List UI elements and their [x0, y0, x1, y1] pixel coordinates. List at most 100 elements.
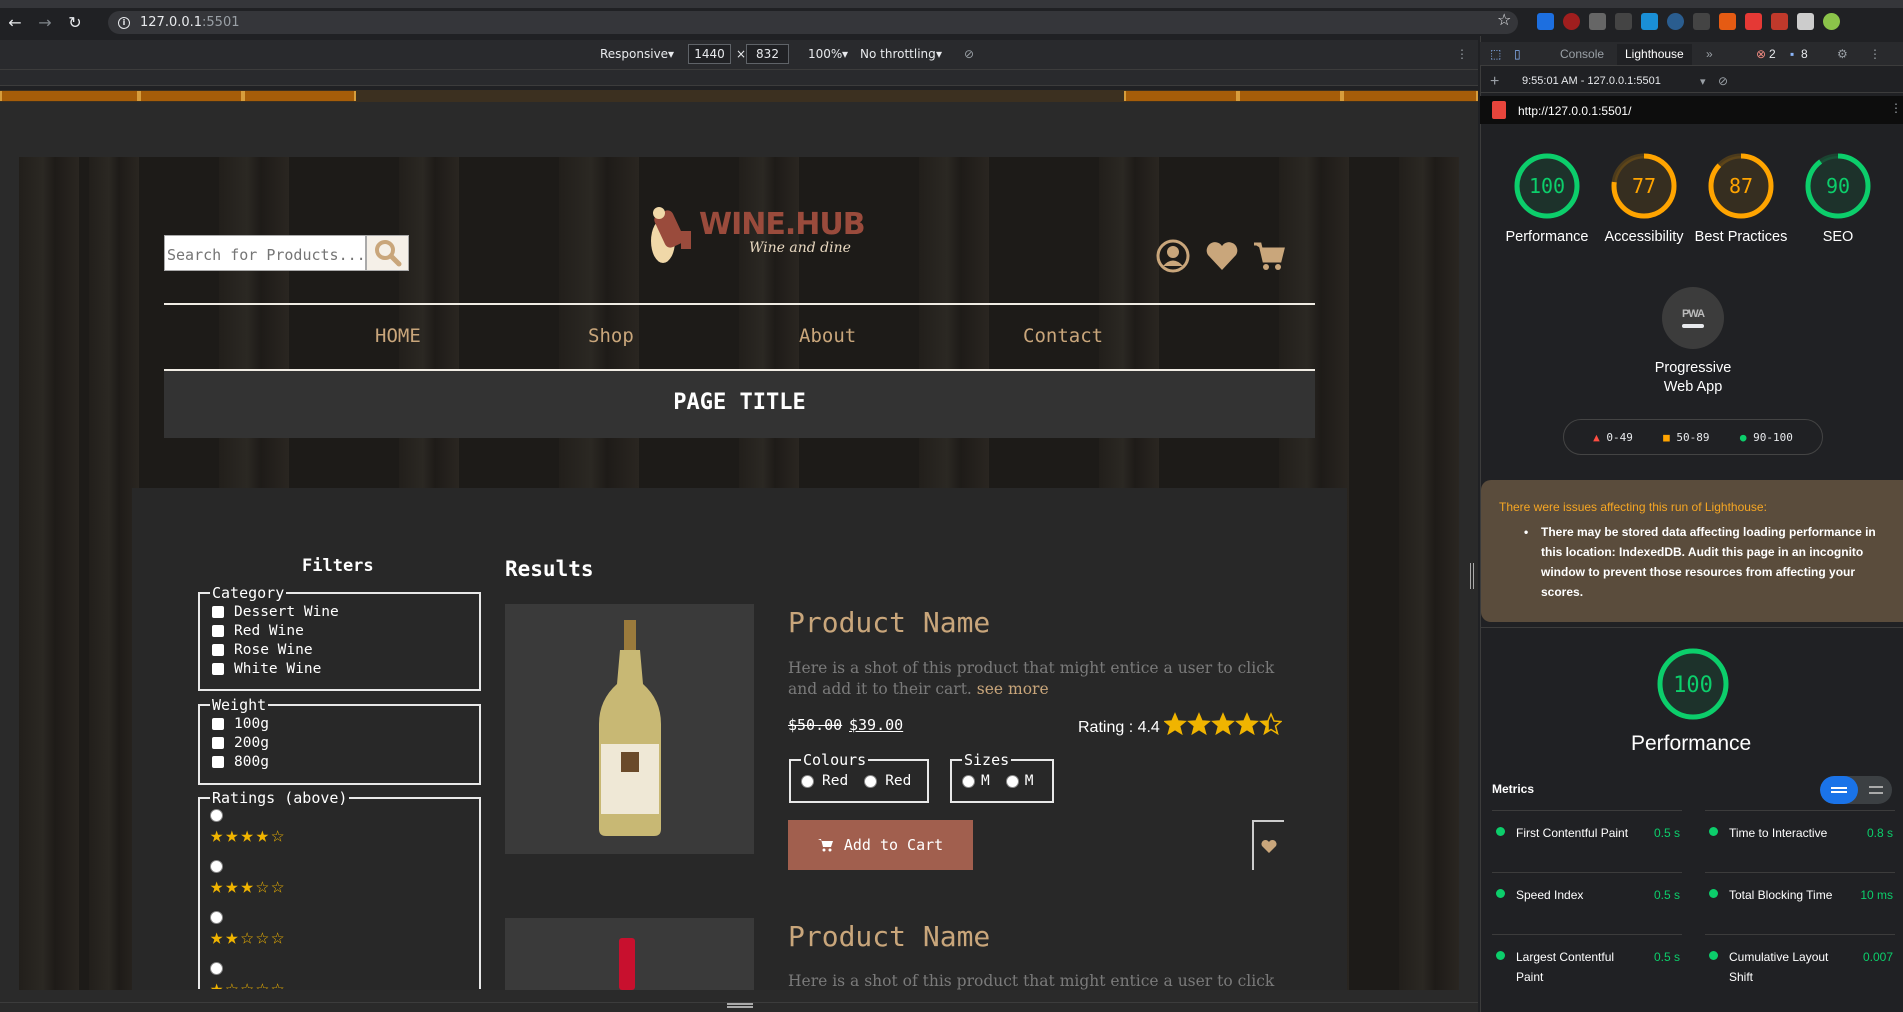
back-arrow-icon[interactable]: ← — [0, 8, 30, 36]
more-options-icon[interactable]: ⋮ — [1890, 101, 1902, 115]
message-icon[interactable]: ▪ — [1790, 47, 1794, 61]
media-query-marker[interactable] — [1238, 91, 1342, 101]
detail-view-icon[interactable] — [1862, 776, 1890, 804]
category-option[interactable]: Red Wine — [210, 621, 469, 640]
pwa-badge[interactable]: PWA — [1662, 287, 1724, 349]
extension-icon[interactable] — [1745, 13, 1762, 30]
extension-icon[interactable] — [1693, 13, 1710, 30]
category-option[interactable]: Dessert Wine — [210, 602, 469, 621]
width-input[interactable]: 1440 — [688, 44, 731, 64]
score-gauge[interactable]: 87 — [1707, 152, 1775, 220]
radio-button[interactable] — [210, 860, 223, 873]
checkbox[interactable] — [212, 662, 224, 675]
device-toggle-icon[interactable]: ▯ — [1514, 47, 1521, 61]
report-selector[interactable]: 9:55:01 AM - 127.0.0.1:5501 — [1522, 75, 1661, 87]
checkbox[interactable] — [212, 717, 224, 730]
extension-icon[interactable] — [1771, 13, 1788, 30]
category-option[interactable]: White Wine — [210, 659, 469, 678]
checkbox[interactable] — [212, 624, 224, 637]
metrics-view-toggle[interactable] — [1820, 776, 1892, 804]
weight-option[interactable]: 200g — [210, 733, 469, 752]
see-more-link[interactable]: see more — [977, 680, 1049, 698]
resize-handle[interactable] — [727, 1003, 753, 1008]
rating-radio[interactable] — [210, 911, 469, 925]
clear-icon[interactable]: ⊘ — [1718, 74, 1728, 88]
gear-icon[interactable]: ⚙ — [1837, 47, 1848, 61]
size-radio[interactable] — [962, 774, 975, 788]
media-query-marker[interactable] — [0, 91, 139, 101]
checkbox-label: Rose Wine — [234, 641, 313, 658]
profile-avatar[interactable] — [1823, 13, 1840, 30]
heart-icon[interactable] — [1205, 239, 1239, 273]
extension-icon[interactable] — [1615, 13, 1632, 30]
colour-radio[interactable] — [864, 774, 878, 788]
list-view-icon[interactable] — [1820, 776, 1858, 804]
rating-radio[interactable] — [210, 809, 469, 823]
size-radio[interactable] — [1005, 774, 1019, 788]
extension-icon[interactable] — [1537, 13, 1554, 30]
forward-arrow-icon[interactable]: → — [30, 8, 60, 36]
tab-lighthouse[interactable]: Lighthouse — [1617, 44, 1692, 65]
category-option[interactable]: Rose Wine — [210, 640, 469, 659]
extension-icon[interactable] — [1589, 13, 1606, 30]
score-gauge[interactable]: 100 — [1513, 152, 1581, 220]
checkbox[interactable] — [212, 736, 224, 749]
search-icon — [374, 240, 401, 267]
wishlist-button[interactable] — [1252, 820, 1284, 870]
radio-button[interactable] — [210, 911, 223, 924]
product-name[interactable]: Product Name — [788, 920, 990, 953]
rating-radio[interactable] — [210, 962, 469, 976]
extension-icon[interactable] — [1719, 13, 1736, 30]
product-image[interactable] — [505, 604, 754, 854]
rating-radio[interactable] — [210, 860, 469, 874]
puzzle-icon[interactable] — [1797, 13, 1814, 30]
score-gauge[interactable]: 100 — [1656, 647, 1730, 721]
score-gauge[interactable]: 90 — [1804, 152, 1872, 220]
checkbox[interactable] — [212, 605, 224, 618]
rotate-icon[interactable]: ⊘ — [964, 47, 974, 61]
bookmark-star-icon[interactable]: ☆ — [1497, 10, 1511, 29]
responsive-dropdown[interactable]: Responsive — [600, 47, 668, 61]
search-button[interactable] — [366, 235, 409, 271]
throttle-dropdown[interactable]: No throttling — [860, 47, 936, 61]
error-icon[interactable]: ⊗ — [1756, 47, 1766, 61]
logo-icon[interactable] — [641, 191, 699, 276]
tab-console[interactable]: Console — [1560, 47, 1604, 61]
reload-icon[interactable]: ↻ — [60, 8, 90, 36]
nav-shop[interactable]: Shop — [588, 325, 634, 347]
address-bar[interactable]: i 127.0.0.1:5501 — [108, 11, 1518, 34]
zoom-dropdown[interactable]: 100% — [808, 47, 842, 61]
radio-button[interactable] — [210, 962, 223, 975]
weight-option[interactable]: 100g — [210, 714, 469, 733]
plus-icon[interactable]: + — [1490, 73, 1499, 91]
radio-button[interactable] — [210, 809, 223, 822]
nav-contact[interactable]: Contact — [1023, 325, 1103, 347]
media-query-marker[interactable] — [1342, 91, 1478, 101]
weight-option[interactable]: 800g — [210, 752, 469, 771]
media-query-marker[interactable] — [139, 91, 243, 101]
media-query-marker[interactable] — [243, 91, 356, 101]
height-input[interactable]: 832 — [746, 44, 789, 64]
nav-home[interactable]: HOME — [375, 325, 421, 347]
info-icon[interactable]: i — [118, 16, 130, 29]
colour-radio[interactable] — [801, 774, 814, 788]
extension-icon[interactable] — [1563, 13, 1580, 30]
checkbox[interactable] — [212, 755, 224, 768]
product-name[interactable]: Product Name — [788, 606, 990, 639]
more-options-icon[interactable]: ⋮ — [1456, 47, 1468, 61]
resize-handle[interactable] — [1470, 563, 1474, 589]
extension-icon[interactable] — [1667, 13, 1684, 30]
more-tabs-icon[interactable]: » — [1706, 47, 1713, 61]
inspect-icon[interactable]: ⬚ — [1490, 47, 1501, 61]
search-input[interactable]: Search for Products... — [164, 235, 366, 271]
checkbox[interactable] — [212, 643, 224, 656]
extension-icon[interactable] — [1641, 13, 1658, 30]
cart-icon[interactable] — [1252, 239, 1286, 273]
score-gauge[interactable]: 77 — [1610, 152, 1678, 220]
media-query-marker[interactable] — [1124, 91, 1238, 101]
add-to-cart-button[interactable]: Add to Cart — [788, 820, 973, 870]
user-icon[interactable] — [1156, 239, 1190, 273]
nav-about[interactable]: About — [799, 325, 856, 347]
report-url[interactable]: http://127.0.0.1:5501/ — [1518, 104, 1631, 118]
more-options-icon[interactable]: ⋮ — [1869, 47, 1881, 61]
